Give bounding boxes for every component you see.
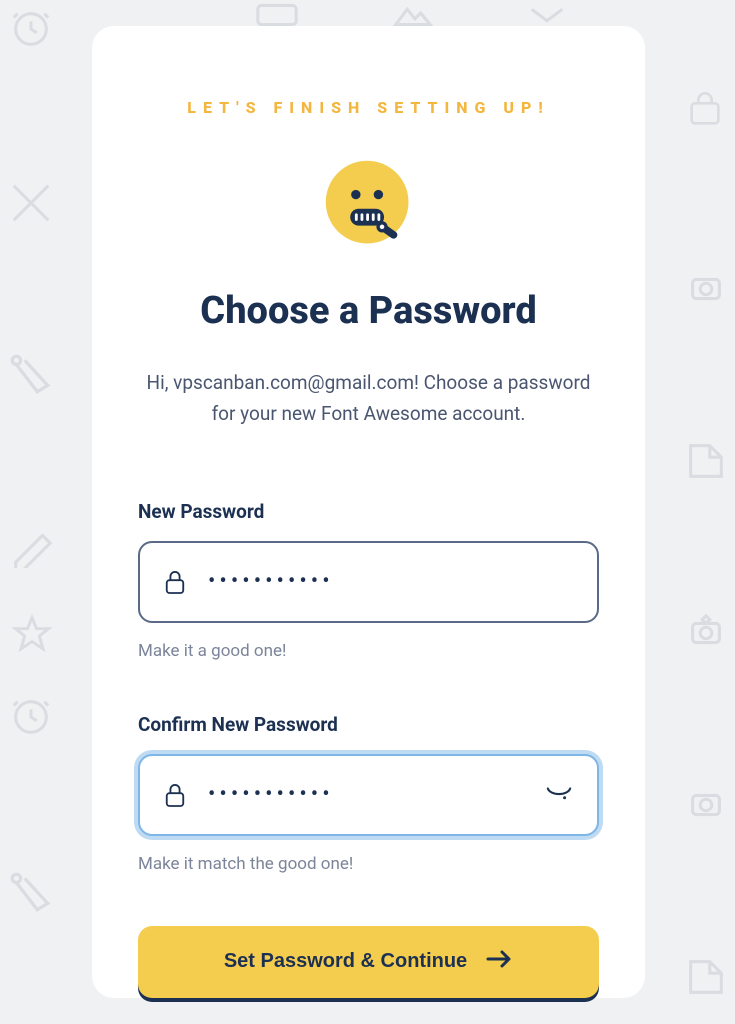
new-password-hint: Make it a good one! — [138, 641, 599, 661]
confirm-password-input[interactable] — [208, 782, 545, 807]
password-setup-card: LET'S FINISH SETTING UP! Choose a Passwo… — [92, 26, 645, 998]
confirm-password-label: Confirm New Password — [138, 713, 599, 736]
new-password-field: New Password Make it a good one! — [138, 500, 599, 661]
lock-icon — [164, 782, 186, 808]
page-subtitle: Hi, vpscanban.com@gmail.com! Choose a pa… — [146, 367, 591, 430]
new-password-input-wrap[interactable] — [138, 541, 599, 623]
new-password-label: New Password — [138, 500, 599, 523]
eye-icon[interactable] — [545, 785, 573, 805]
page-title: Choose a Password — [138, 289, 599, 333]
shush-emoji-illustration — [138, 157, 599, 251]
set-password-button-label: Set Password & Continue — [224, 950, 467, 973]
new-password-input[interactable] — [208, 569, 573, 594]
confirm-password-input-wrap[interactable] — [138, 754, 599, 836]
arrow-right-icon — [485, 949, 513, 975]
lock-icon — [164, 569, 186, 595]
set-password-button[interactable]: Set Password & Continue — [138, 926, 599, 998]
eyebrow-text: LET'S FINISH SETTING UP! — [138, 98, 599, 117]
confirm-password-hint: Make it match the good one! — [138, 854, 599, 874]
confirm-password-field: Confirm New Password Make it match the g… — [138, 713, 599, 874]
